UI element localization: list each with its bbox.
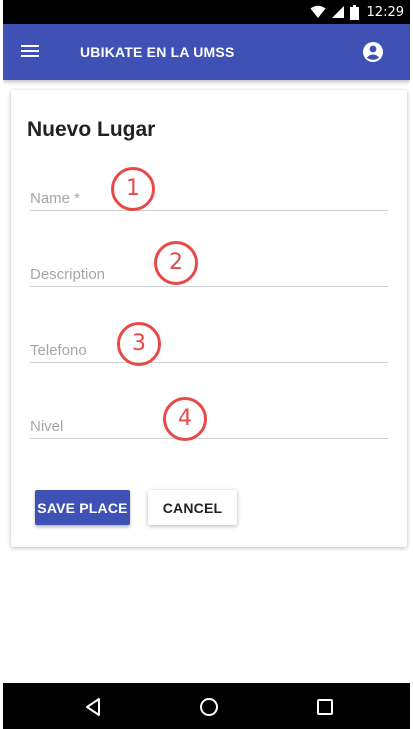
app-bar: UBIKATE EN LA UMSS: [3, 24, 410, 80]
navigation-bar: [3, 683, 410, 729]
name-field[interactable]: [30, 181, 388, 210]
annotation-marker-2: 2: [154, 241, 198, 285]
screen: 12:29 UBIKATE EN LA UMSS Nuevo Lugar 1 2…: [3, 0, 410, 729]
annotation-marker-4: 4: [163, 397, 207, 441]
status-time: 12:29: [366, 4, 404, 20]
cell-signal-icon: [331, 6, 344, 18]
status-bar: 12:29: [3, 0, 410, 24]
new-place-card: Nuevo Lugar 1 2 3 4 SAVE PLACE CANCEL: [11, 90, 407, 547]
description-field-container: [30, 257, 388, 287]
status-icons: 12:29: [310, 4, 404, 20]
wifi-icon: [310, 5, 326, 18]
annotation-marker-1: 1: [111, 167, 155, 211]
battery-icon: [349, 4, 359, 20]
account-circle-icon[interactable]: [362, 41, 384, 63]
annotation-marker-3: 3: [117, 322, 161, 366]
home-icon[interactable]: [198, 696, 220, 718]
nivel-field[interactable]: [30, 409, 388, 438]
recents-icon[interactable]: [314, 696, 336, 718]
cancel-button[interactable]: CANCEL: [148, 490, 237, 525]
save-place-button[interactable]: SAVE PLACE: [35, 490, 130, 525]
description-field[interactable]: [30, 257, 388, 286]
page-title: Nuevo Lugar: [27, 118, 156, 141]
menu-icon[interactable]: [21, 42, 43, 62]
name-field-container: [30, 181, 388, 211]
back-icon[interactable]: [82, 696, 104, 718]
nivel-field-container: [30, 409, 388, 439]
telefono-field-container: [30, 333, 388, 363]
telefono-field[interactable]: [30, 333, 388, 362]
app-title: UBIKATE EN LA UMSS: [80, 44, 235, 60]
